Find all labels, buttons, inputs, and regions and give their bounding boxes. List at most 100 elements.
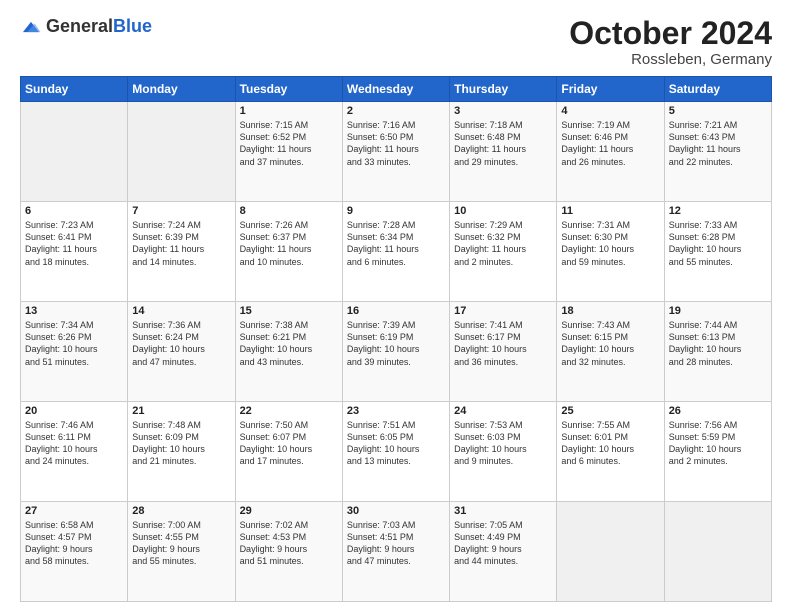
day-number: 15 xyxy=(240,305,338,317)
calendar-cell: 21 Sunrise: 7:48 AM Sunset: 6:09 PM Dayli… xyxy=(128,402,235,502)
col-wednesday: Wednesday xyxy=(342,77,449,102)
day-info: Sunrise: 7:29 AM Sunset: 6:32 PM Dayligh… xyxy=(454,219,552,268)
day-info: Sunrise: 7:24 AM Sunset: 6:39 PM Dayligh… xyxy=(132,219,230,268)
calendar-cell: 20Sunrise: 7:46 AM Sunset: 6:11 PM Dayli… xyxy=(21,402,128,502)
calendar-cell: 14 Sunrise: 7:36 AM Sunset: 6:24 PM Dayli… xyxy=(128,302,235,402)
col-friday: Friday xyxy=(557,77,664,102)
title-block: October 2024 Rossleben, Germany xyxy=(569,16,772,68)
calendar-cell: 9 Sunrise: 7:28 AM Sunset: 6:34 PM Daylig… xyxy=(342,202,449,302)
day-info: Sunrise: 7:46 AM Sunset: 6:11 PM Dayligh… xyxy=(25,419,123,468)
day-number: 27 xyxy=(25,505,123,517)
logo-general-text: General xyxy=(46,16,113,36)
day-number: 24 xyxy=(454,405,552,417)
col-tuesday: Tuesday xyxy=(235,77,342,102)
day-info: Sunrise: 7:43 AM Sunset: 6:15 PM Dayligh… xyxy=(561,319,659,368)
calendar-cell: 25Sunrise: 7:55 AM Sunset: 6:01 PM Dayli… xyxy=(557,402,664,502)
week-row-1: 6 Sunrise: 7:23 AM Sunset: 6:41 PM Daylig… xyxy=(21,202,772,302)
day-info: Sunrise: 7:44 AM Sunset: 6:13 PM Dayligh… xyxy=(669,319,767,368)
day-number: 2 xyxy=(347,105,445,117)
calendar-cell: 12 Sunrise: 7:33 AM Sunset: 6:28 PM Dayli… xyxy=(664,202,771,302)
day-info: Sunrise: 7:41 AM Sunset: 6:17 PM Dayligh… xyxy=(454,319,552,368)
calendar-cell: 19 Sunrise: 7:44 AM Sunset: 6:13 PM Dayli… xyxy=(664,302,771,402)
calendar-cell xyxy=(557,502,664,602)
calendar-cell: 1Sunrise: 7:15 AM Sunset: 6:52 PM Daylig… xyxy=(235,102,342,202)
day-info: Sunrise: 7:15 AM Sunset: 6:52 PM Dayligh… xyxy=(240,119,338,168)
day-info: Sunrise: 7:56 AM Sunset: 5:59 PM Dayligh… xyxy=(669,419,767,468)
calendar-cell: 10 Sunrise: 7:29 AM Sunset: 6:32 PM Dayli… xyxy=(450,202,557,302)
day-info: Sunrise: 7:03 AM Sunset: 4:51 PM Dayligh… xyxy=(347,519,445,568)
calendar-cell: 6 Sunrise: 7:23 AM Sunset: 6:41 PM Daylig… xyxy=(21,202,128,302)
day-info: Sunrise: 7:28 AM Sunset: 6:34 PM Dayligh… xyxy=(347,219,445,268)
calendar-cell: 2 Sunrise: 7:16 AM Sunset: 6:50 PM Daylig… xyxy=(342,102,449,202)
header: GeneralBlue October 2024 Rossleben, Germ… xyxy=(20,16,772,68)
day-number: 5 xyxy=(669,105,767,117)
day-number: 12 xyxy=(669,205,767,217)
day-number: 10 xyxy=(454,205,552,217)
month-title: October 2024 xyxy=(569,16,772,51)
col-sunday: Sunday xyxy=(21,77,128,102)
calendar-cell: 3 Sunrise: 7:18 AM Sunset: 6:48 PM Daylig… xyxy=(450,102,557,202)
calendar-cell: 5 Sunrise: 7:21 AM Sunset: 6:43 PM Daylig… xyxy=(664,102,771,202)
day-number: 7 xyxy=(132,205,230,217)
day-info: Sunrise: 7:21 AM Sunset: 6:43 PM Dayligh… xyxy=(669,119,767,168)
calendar-table: Sunday Monday Tuesday Wednesday Thursday… xyxy=(20,76,772,602)
day-number: 25 xyxy=(561,405,659,417)
day-info: Sunrise: 7:16 AM Sunset: 6:50 PM Dayligh… xyxy=(347,119,445,168)
day-info: Sunrise: 7:48 AM Sunset: 6:09 PM Dayligh… xyxy=(132,419,230,468)
day-number: 8 xyxy=(240,205,338,217)
calendar-cell: 18Sunrise: 7:43 AM Sunset: 6:15 PM Dayli… xyxy=(557,302,664,402)
day-number: 21 xyxy=(132,405,230,417)
calendar-cell: 17Sunrise: 7:41 AM Sunset: 6:17 PM Dayli… xyxy=(450,302,557,402)
day-number: 22 xyxy=(240,405,338,417)
day-number: 16 xyxy=(347,305,445,317)
day-info: Sunrise: 7:51 AM Sunset: 6:05 PM Dayligh… xyxy=(347,419,445,468)
logo: GeneralBlue xyxy=(20,16,152,38)
calendar-cell: 22 Sunrise: 7:50 AM Sunset: 6:07 PM Dayli… xyxy=(235,402,342,502)
logo-icon xyxy=(20,16,42,38)
day-number: 9 xyxy=(347,205,445,217)
day-number: 19 xyxy=(669,305,767,317)
day-info: Sunrise: 7:02 AM Sunset: 4:53 PM Dayligh… xyxy=(240,519,338,568)
calendar-cell: 28Sunrise: 7:00 AM Sunset: 4:55 PM Dayli… xyxy=(128,502,235,602)
calendar-cell: 30 Sunrise: 7:03 AM Sunset: 4:51 PM Dayli… xyxy=(342,502,449,602)
day-info: Sunrise: 7:18 AM Sunset: 6:48 PM Dayligh… xyxy=(454,119,552,168)
day-number: 3 xyxy=(454,105,552,117)
location: Rossleben, Germany xyxy=(569,51,772,68)
week-row-0: 1Sunrise: 7:15 AM Sunset: 6:52 PM Daylig… xyxy=(21,102,772,202)
calendar-cell: 16Sunrise: 7:39 AM Sunset: 6:19 PM Dayli… xyxy=(342,302,449,402)
calendar-cell xyxy=(21,102,128,202)
calendar-cell: 31 Sunrise: 7:05 AM Sunset: 4:49 PM Dayli… xyxy=(450,502,557,602)
day-info: Sunrise: 7:50 AM Sunset: 6:07 PM Dayligh… xyxy=(240,419,338,468)
day-number: 11 xyxy=(561,205,659,217)
day-info: Sunrise: 7:26 AM Sunset: 6:37 PM Dayligh… xyxy=(240,219,338,268)
day-info: Sunrise: 7:19 AM Sunset: 6:46 PM Dayligh… xyxy=(561,119,659,168)
calendar-cell xyxy=(664,502,771,602)
day-number: 4 xyxy=(561,105,659,117)
day-info: Sunrise: 7:38 AM Sunset: 6:21 PM Dayligh… xyxy=(240,319,338,368)
day-info: Sunrise: 7:05 AM Sunset: 4:49 PM Dayligh… xyxy=(454,519,552,568)
calendar-cell: 23 Sunrise: 7:51 AM Sunset: 6:05 PM Dayli… xyxy=(342,402,449,502)
day-info: Sunrise: 7:53 AM Sunset: 6:03 PM Dayligh… xyxy=(454,419,552,468)
day-number: 23 xyxy=(347,405,445,417)
day-number: 31 xyxy=(454,505,552,517)
calendar-cell: 13 Sunrise: 7:34 AM Sunset: 6:26 PM Dayli… xyxy=(21,302,128,402)
calendar-page: GeneralBlue October 2024 Rossleben, Germ… xyxy=(0,0,792,612)
day-info: Sunrise: 7:23 AM Sunset: 6:41 PM Dayligh… xyxy=(25,219,123,268)
day-info: Sunrise: 7:36 AM Sunset: 6:24 PM Dayligh… xyxy=(132,319,230,368)
day-number: 26 xyxy=(669,405,767,417)
week-row-4: 27Sunrise: 6:58 AM Sunset: 4:57 PM Dayli… xyxy=(21,502,772,602)
col-monday: Monday xyxy=(128,77,235,102)
day-number: 14 xyxy=(132,305,230,317)
week-row-3: 20Sunrise: 7:46 AM Sunset: 6:11 PM Dayli… xyxy=(21,402,772,502)
day-info: Sunrise: 7:34 AM Sunset: 6:26 PM Dayligh… xyxy=(25,319,123,368)
calendar-cell: 29 Sunrise: 7:02 AM Sunset: 4:53 PM Dayli… xyxy=(235,502,342,602)
day-number: 29 xyxy=(240,505,338,517)
calendar-cell: 27Sunrise: 6:58 AM Sunset: 4:57 PM Dayli… xyxy=(21,502,128,602)
day-number: 6 xyxy=(25,205,123,217)
day-info: Sunrise: 7:33 AM Sunset: 6:28 PM Dayligh… xyxy=(669,219,767,268)
day-number: 13 xyxy=(25,305,123,317)
calendar-cell: 15 Sunrise: 7:38 AM Sunset: 6:21 PM Dayli… xyxy=(235,302,342,402)
day-number: 30 xyxy=(347,505,445,517)
col-thursday: Thursday xyxy=(450,77,557,102)
logo-blue-text: Blue xyxy=(113,16,152,36)
